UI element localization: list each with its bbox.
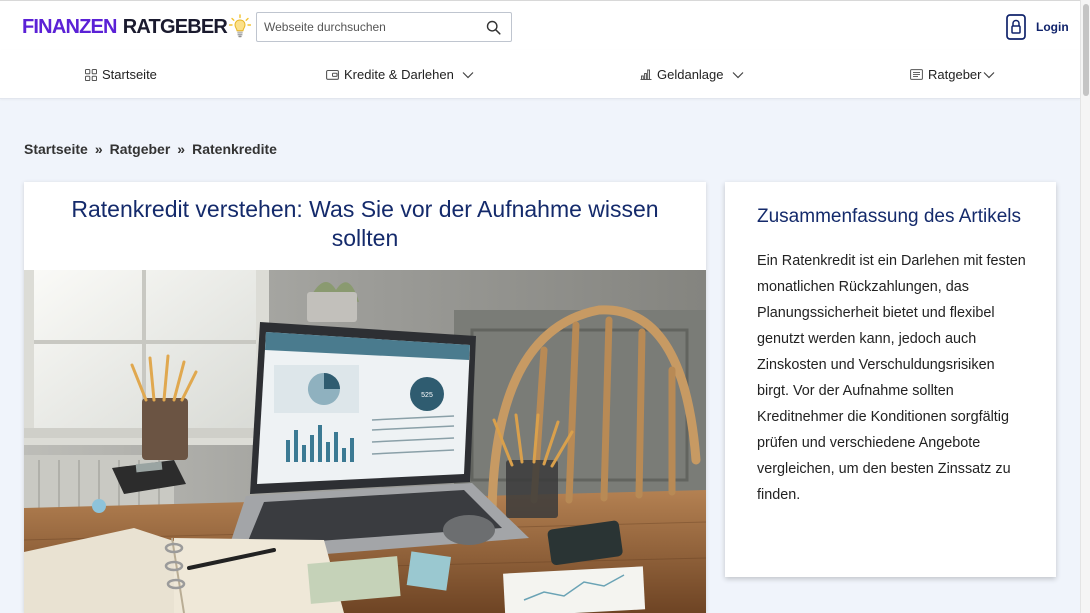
wallet-icon bbox=[326, 69, 339, 80]
article-hero-image: 525 bbox=[24, 270, 706, 613]
breadcrumb-link-ratgeber[interactable]: Ratgeber bbox=[110, 141, 171, 157]
login-button[interactable]: Login bbox=[1006, 14, 1069, 40]
search-input[interactable] bbox=[257, 14, 477, 40]
logo-text-ratgeber: RATGEBER bbox=[122, 15, 228, 38]
bar-chart-icon bbox=[640, 69, 652, 80]
chevron-down-icon bbox=[462, 71, 474, 78]
nav-item-startseite[interactable]: Startseite bbox=[85, 67, 157, 82]
logo-text-finanzen: FINANZEN bbox=[22, 15, 118, 38]
nav-item-kredite-darlehen[interactable]: Kredite & Darlehen bbox=[326, 67, 474, 82]
scrollbar-thumb[interactable] bbox=[1083, 4, 1089, 96]
header: FINANZEN RATGEBER Log bbox=[0, 0, 1080, 50]
list-icon bbox=[910, 69, 923, 80]
article-card: Ratenkredit verstehen: Was Sie vor der A… bbox=[24, 182, 706, 613]
summary-text: Ein Ratenkredit ist ein Darlehen mit fes… bbox=[757, 253, 1026, 503]
main-navigation: Startseite Kredite & Darlehen Geldanlage bbox=[0, 50, 1080, 99]
nav-label-ratgeber: Ratgeber bbox=[928, 67, 982, 82]
grid-icon bbox=[85, 68, 97, 81]
login-label: Login bbox=[1036, 20, 1069, 34]
breadcrumb-current-ratenkredite: Ratenkredite bbox=[192, 141, 277, 157]
summary-heading: Zusammenfassung des Artikels bbox=[757, 206, 1022, 227]
summary-card: Zusammenfassung des Artikels Ein Ratenkr… bbox=[725, 182, 1056, 577]
chevron-down-icon bbox=[984, 71, 995, 78]
lock-icon bbox=[1006, 14, 1026, 40]
nav-item-ratgeber[interactable]: Ratgeber bbox=[910, 67, 995, 82]
breadcrumb-link-startseite[interactable]: Startseite bbox=[24, 141, 88, 157]
breadcrumb-separator: » bbox=[177, 141, 186, 157]
breadcrumb: Startseite » Ratgeber » Ratenkredite bbox=[24, 141, 277, 157]
nav-label-kredite-darlehen: Kredite & Darlehen bbox=[344, 67, 454, 82]
site-logo[interactable]: FINANZEN RATGEBER bbox=[22, 14, 252, 40]
search-icon[interactable] bbox=[486, 20, 501, 35]
laptop-score-text: 525 bbox=[421, 392, 433, 399]
nav-label-startseite: Startseite bbox=[102, 67, 157, 82]
page-scrollbar[interactable] bbox=[1080, 0, 1090, 613]
search-box bbox=[256, 12, 512, 42]
nav-label-geldanlage: Geldanlage bbox=[657, 67, 724, 82]
breadcrumb-separator: » bbox=[94, 141, 103, 157]
nav-item-geldanlage[interactable]: Geldanlage bbox=[640, 67, 744, 82]
lightbulb-icon bbox=[229, 14, 252, 38]
article-title: Ratenkredit verstehen: Was Sie vor der A… bbox=[71, 196, 659, 251]
chevron-down-icon bbox=[732, 71, 743, 78]
